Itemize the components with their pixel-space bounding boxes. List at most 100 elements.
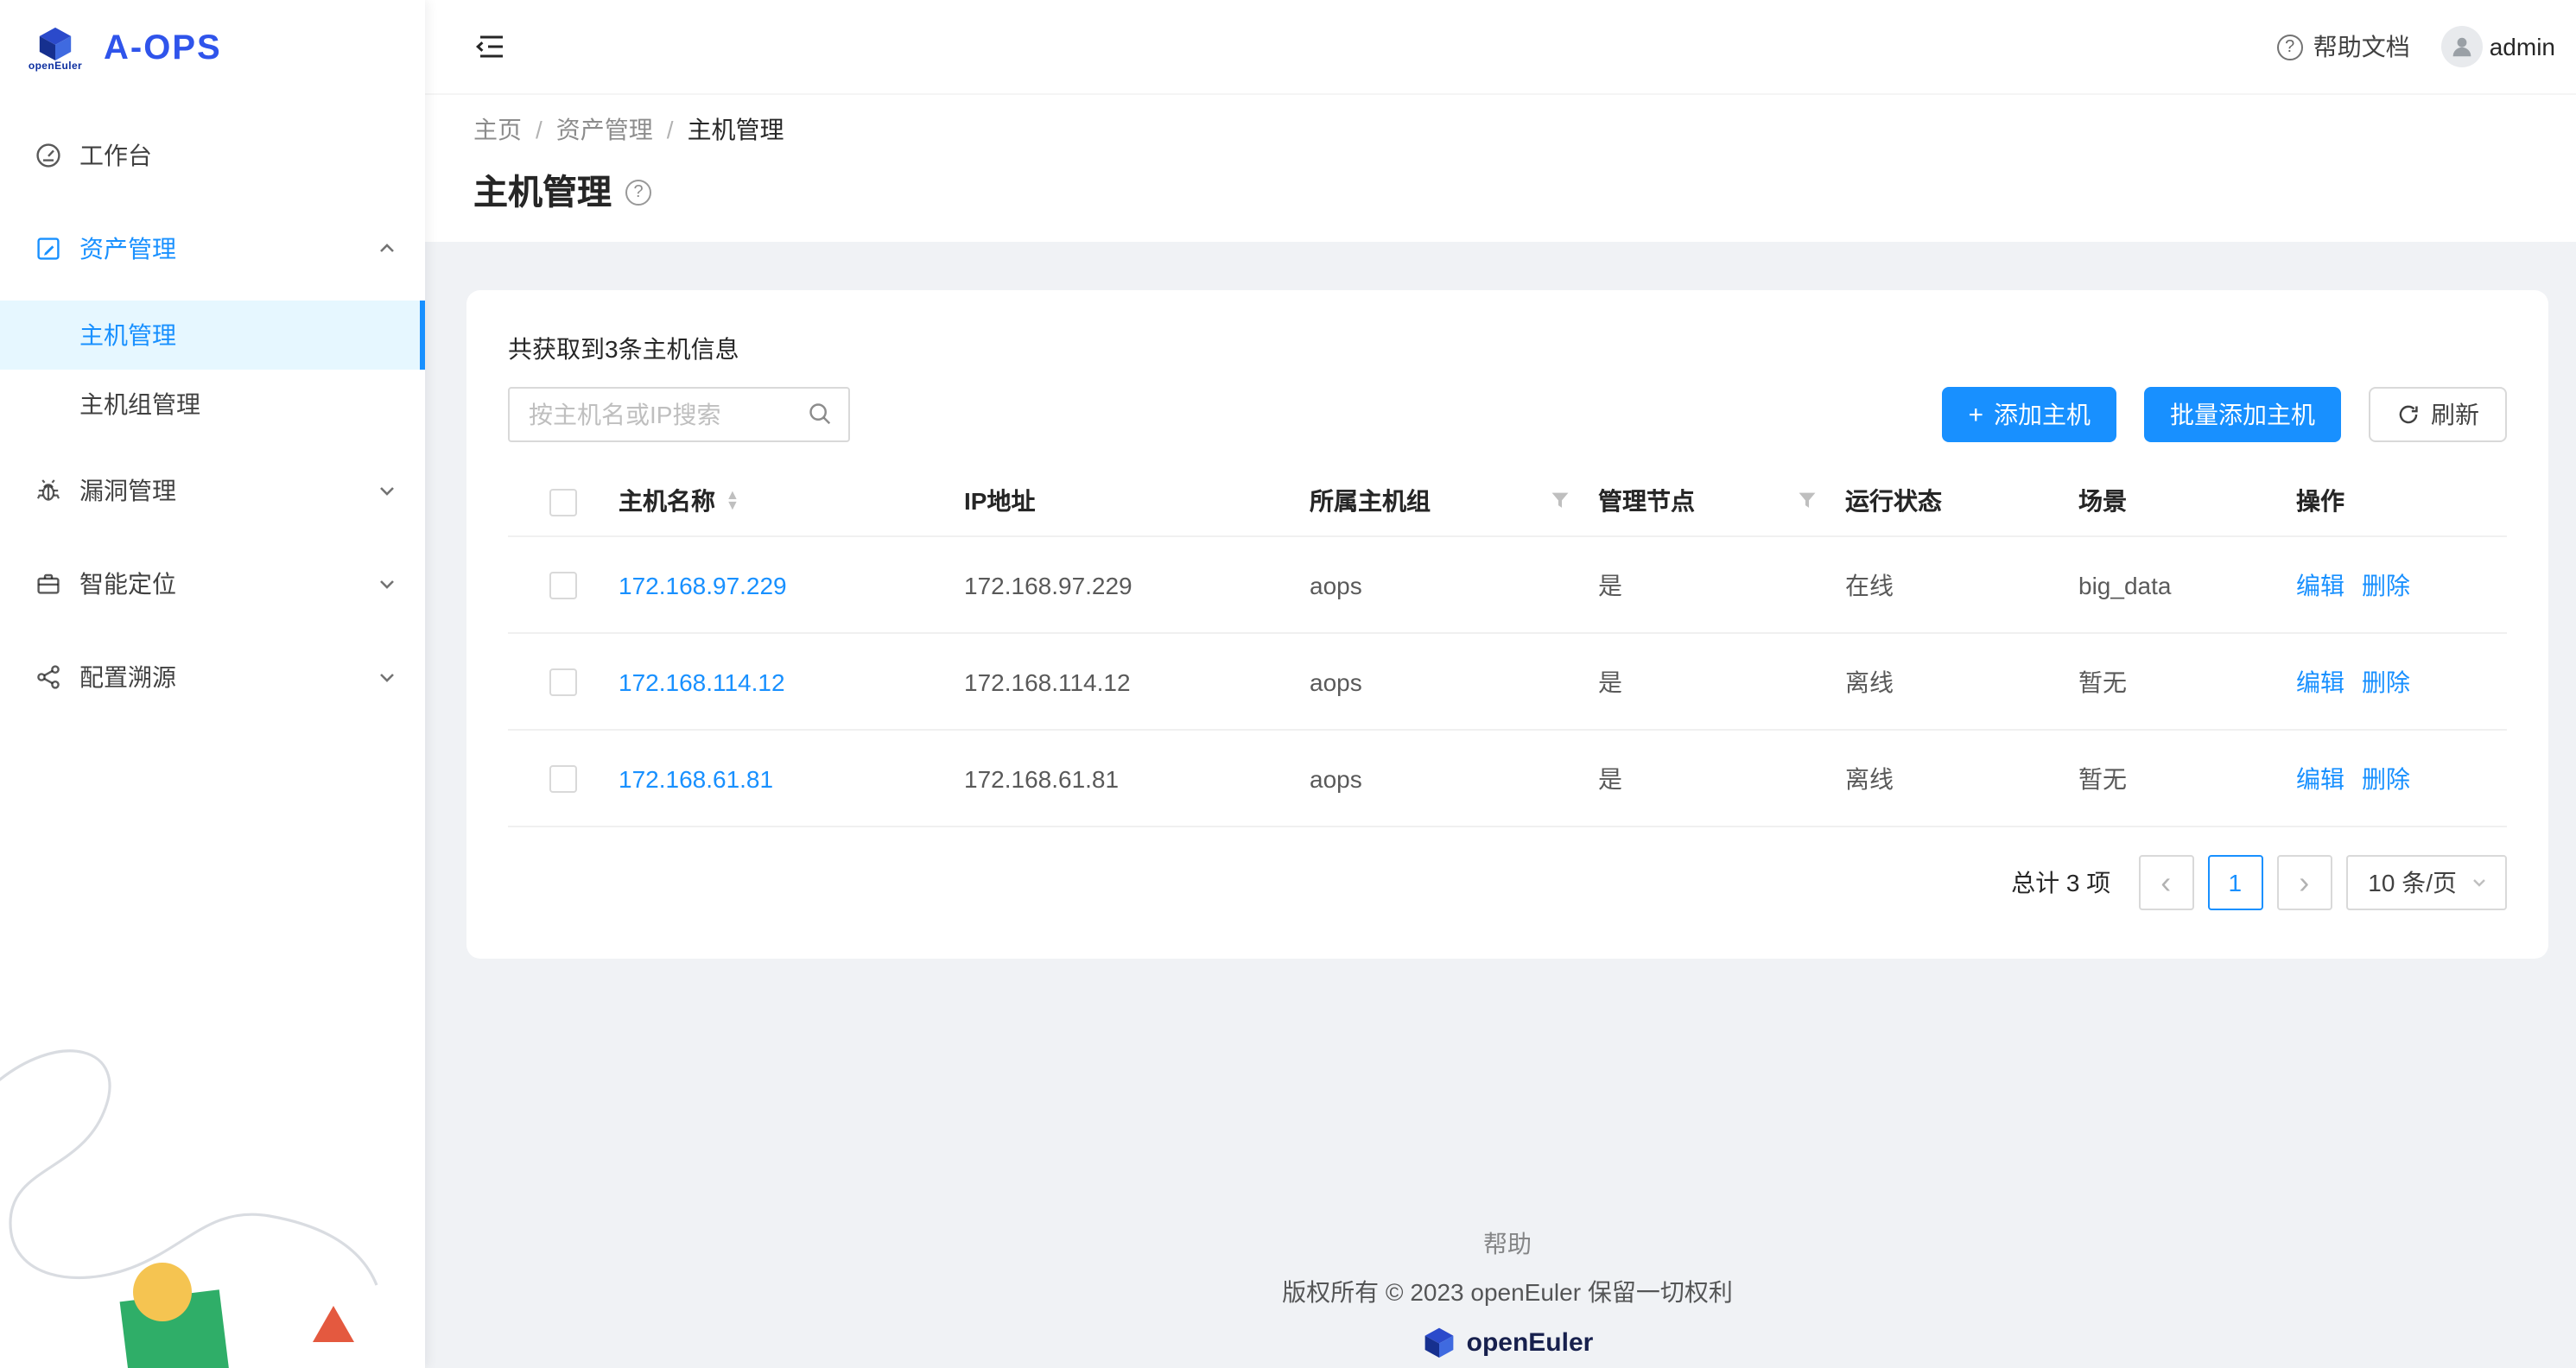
- sidebar-menu: 工作台 资产管理 主机管理 主机组管理 漏洞: [0, 97, 425, 736]
- next-arrow-icon: ›: [2299, 867, 2309, 898]
- page-size-select[interactable]: 10 条/页: [2345, 855, 2507, 910]
- sidebar-item-assets[interactable]: 资产管理: [0, 207, 425, 290]
- cell-scene: big_data: [2078, 571, 2171, 598]
- table-row: 172.168.114.12 172.168.114.12 aops 是 离线 …: [508, 633, 2507, 730]
- cell-ip: 172.168.61.81: [964, 764, 1119, 792]
- search-icon[interactable]: [807, 401, 833, 427]
- menu-fold-icon[interactable]: [473, 29, 508, 64]
- avatar[interactable]: [2441, 26, 2483, 67]
- openeuler-cube-icon: [1422, 1327, 1456, 1358]
- row-checkbox[interactable]: [549, 765, 577, 793]
- sidebar-item-label: 资产管理: [79, 231, 377, 266]
- filter-funnel-icon[interactable]: [1797, 491, 1818, 511]
- pagination: 总计 3 项 ‹ 1 › 10 条/页: [508, 855, 2507, 910]
- bug-icon: [35, 477, 62, 504]
- username[interactable]: admin: [2490, 33, 2555, 60]
- col-host-group: 所属主机组: [1310, 484, 1431, 518]
- filter-funnel-icon[interactable]: [1550, 491, 1570, 511]
- footer-brand: openEuler: [466, 1327, 2548, 1358]
- col-ip: IP地址: [964, 484, 1035, 518]
- nodes-icon: [35, 663, 62, 691]
- chevron-down-icon: [377, 480, 397, 501]
- cell-mgmt-node: 是: [1598, 764, 1622, 792]
- col-run-status: 运行状态: [1845, 484, 1942, 518]
- breadcrumb-home[interactable]: 主页: [473, 112, 522, 147]
- openeuler-cube-icon: [36, 25, 74, 60]
- question-circle-icon: ?: [625, 179, 651, 205]
- sidebar-item-host-group-mgmt[interactable]: 主机组管理: [0, 370, 425, 439]
- delete-link[interactable]: 删除: [2362, 761, 2410, 795]
- content-area: 共获取到3条主机信息 + 添加主机 批量添加: [425, 242, 2576, 1368]
- delete-link[interactable]: 删除: [2362, 567, 2410, 602]
- breadcrumb: 主页 / 资产管理 / 主机管理: [473, 112, 2528, 147]
- topbar: ? 帮助文档 admin: [425, 0, 2576, 95]
- table-header-row: 主机名称 ▲ ▼ IP地址 所属主机组: [508, 466, 2507, 536]
- edit-link[interactable]: 编辑: [2296, 567, 2344, 602]
- app-root: openEuler A-OPS 工作台 资产管理 主机管: [0, 0, 2576, 1368]
- toolbox-icon: [35, 570, 62, 598]
- breadcrumb-separator: /: [667, 116, 674, 143]
- page-title-row: 主机管理 ?: [473, 164, 2528, 214]
- batch-add-label: 批量添加主机: [2170, 397, 2315, 432]
- footer: 帮助 版权所有 © 2023 openEuler 保留一切权利 openEule…: [466, 1226, 2548, 1358]
- main-area: ? 帮助文档 admin 主页 / 资产管理 / 主机管理 主机管理 ?: [425, 0, 2576, 1368]
- batch-add-host-button[interactable]: 批量添加主机: [2144, 387, 2341, 442]
- sidebar-item-vuln-mgmt[interactable]: 漏洞管理: [0, 449, 425, 532]
- sidebar-item-label: 智能定位: [79, 567, 377, 601]
- select-all-checkbox[interactable]: [549, 488, 577, 516]
- edit-link[interactable]: 编辑: [2296, 761, 2344, 795]
- sidebar-item-label: 主机管理: [79, 318, 176, 352]
- sidebar-item-config-trace[interactable]: 配置溯源: [0, 636, 425, 719]
- breadcrumb-assets[interactable]: 资产管理: [556, 112, 653, 147]
- add-host-label: 添加主机: [1994, 397, 2091, 432]
- edit-link[interactable]: 编辑: [2296, 664, 2344, 699]
- sorter-icon[interactable]: ▲ ▼: [726, 491, 739, 511]
- refresh-label: 刷新: [2431, 397, 2479, 432]
- row-checkbox[interactable]: [549, 668, 577, 696]
- pagination-prev-button[interactable]: ‹: [2138, 855, 2193, 910]
- help-doc-link[interactable]: ? 帮助文档: [2277, 29, 2410, 64]
- sidebar-item-label: 工作台: [79, 138, 397, 173]
- host-name-link[interactable]: 172.168.97.229: [619, 571, 787, 598]
- cell-host-group: aops: [1310, 571, 1362, 598]
- col-scene: 场景: [2078, 484, 2127, 518]
- col-mgmt-node: 管理节点: [1598, 484, 1695, 518]
- table-row: 172.168.97.229 172.168.97.229 aops 是 在线 …: [508, 536, 2507, 633]
- delete-link[interactable]: 删除: [2362, 664, 2410, 699]
- title-help[interactable]: ?: [625, 174, 651, 205]
- col-host-name: 主机名称: [619, 484, 715, 518]
- sidebar-item-smart-locate[interactable]: 智能定位: [0, 542, 425, 625]
- help-doc-label: 帮助文档: [2313, 29, 2410, 64]
- row-checkbox[interactable]: [549, 572, 577, 599]
- cell-mgmt-node: 是: [1598, 571, 1622, 598]
- cell-run-status: 离线: [1845, 764, 1894, 792]
- pagination-next-button[interactable]: ›: [2276, 855, 2332, 910]
- cell-mgmt-node: 是: [1598, 668, 1622, 695]
- sidebar-item-workbench[interactable]: 工作台: [0, 114, 425, 197]
- footer-help-link[interactable]: 帮助: [466, 1226, 2548, 1261]
- page-title: 主机管理: [473, 164, 612, 214]
- page-size-value: 10 条/页: [2368, 865, 2457, 900]
- chevron-down-icon: [377, 573, 397, 594]
- breadcrumb-current: 主机管理: [688, 112, 784, 147]
- pagination-page-1[interactable]: 1: [2207, 855, 2262, 910]
- search-input[interactable]: [508, 387, 850, 442]
- sidebar-item-label: 主机组管理: [79, 387, 200, 421]
- cell-run-status: 离线: [1845, 668, 1894, 695]
- dashboard-icon: [35, 142, 62, 169]
- host-name-link[interactable]: 172.168.114.12: [619, 668, 785, 695]
- add-host-button[interactable]: + 添加主机: [1942, 387, 2116, 442]
- refresh-button[interactable]: 刷新: [2369, 387, 2507, 442]
- form-icon: [35, 235, 62, 263]
- sidebar-item-label: 配置溯源: [79, 660, 377, 694]
- caret-down-icon: ▼: [726, 501, 739, 511]
- sidebar: openEuler A-OPS 工作台 资产管理 主机管: [0, 0, 425, 1368]
- reload-icon: [2396, 402, 2421, 427]
- sidebar-item-host-mgmt[interactable]: 主机管理: [0, 301, 425, 370]
- host-name-link[interactable]: 172.168.61.81: [619, 764, 773, 792]
- breadcrumb-separator: /: [536, 116, 542, 143]
- sidebar-item-label: 漏洞管理: [79, 473, 377, 508]
- table-row: 172.168.61.81 172.168.61.81 aops 是 离线 暂无…: [508, 730, 2507, 826]
- app-name: A-OPS: [104, 28, 222, 68]
- cell-host-group: aops: [1310, 764, 1362, 792]
